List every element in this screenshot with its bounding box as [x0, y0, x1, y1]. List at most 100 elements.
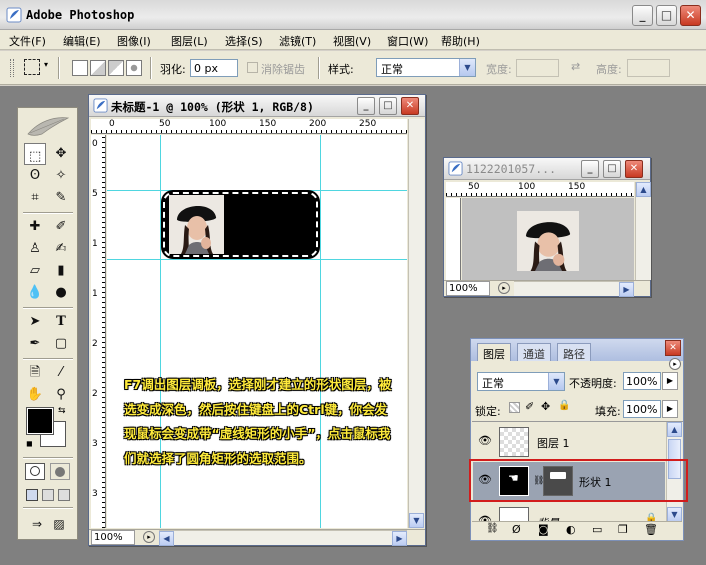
width-input[interactable]	[516, 59, 559, 77]
rounded-rectangle-shape[interactable]	[161, 190, 320, 259]
rect-marquee-preset-icon[interactable]	[24, 59, 40, 75]
menu-view[interactable]: 视图(V)	[333, 33, 371, 49]
healing-brush-tool-icon[interactable]: ✚	[24, 216, 46, 238]
doc-close-button[interactable]: ✕	[401, 97, 419, 115]
eye-icon[interactable]: 👁	[477, 434, 493, 448]
eraser-tool-icon[interactable]: ▱	[24, 260, 46, 282]
document-title-bar[interactable]: 1122201057... _ □ ✕	[444, 158, 650, 180]
opacity-input[interactable]: 100%	[623, 372, 661, 390]
vertical-scrollbar[interactable]: ▲	[635, 182, 651, 280]
doc-minimize-button[interactable]: _	[581, 160, 599, 178]
lock-all-icon[interactable]: 🔒	[558, 400, 570, 411]
jump-to-imageready-icon[interactable]: ⇒	[26, 513, 48, 535]
stamp-tool-icon[interactable]: ♙	[24, 238, 46, 260]
fill-slider-icon[interactable]: ▶	[662, 400, 678, 418]
gradient-tool-icon[interactable]: ▮	[50, 260, 72, 282]
quickmask-mode-icon[interactable]	[50, 463, 70, 480]
foreground-color-swatch[interactable]	[26, 407, 54, 435]
panel-menu-icon[interactable]: ▸	[669, 358, 681, 370]
maximize-button[interactable]: □	[656, 5, 677, 26]
minimize-button[interactable]: _	[632, 5, 653, 26]
screen-mode-full-icon[interactable]	[58, 489, 70, 501]
swap-dimensions-icon[interactable]: ⇄	[571, 60, 580, 73]
imageready-icon[interactable]: ▨	[48, 513, 70, 535]
history-brush-tool-icon[interactable]: ✍	[50, 238, 72, 260]
menu-window[interactable]: 窗口(W)	[387, 33, 428, 49]
menu-select[interactable]: 选择(S)	[225, 33, 263, 49]
link-layers-icon[interactable]: ⛓	[486, 523, 499, 534]
layer-style-icon[interactable]: Ø	[512, 523, 521, 536]
shape-tool-icon[interactable]: ▢	[50, 333, 72, 355]
height-input[interactable]	[627, 59, 670, 77]
default-colors-icon[interactable]: ◼	[26, 439, 33, 448]
layer-row-layer1[interactable]: 👁 图层 1	[473, 423, 665, 461]
adjustment-layer-icon[interactable]: ◐	[566, 523, 576, 536]
lock-pixels-icon[interactable]: ✐	[525, 400, 534, 413]
panel-close-button[interactable]: ✕	[665, 340, 681, 356]
menu-filter[interactable]: 滤镜(T)	[279, 33, 316, 49]
screen-mode-menubar-icon[interactable]	[42, 489, 54, 501]
pen-tool-icon[interactable]: ✒	[24, 333, 46, 355]
lock-position-icon[interactable]: ✥	[541, 400, 550, 413]
fill-input[interactable]: 100%	[623, 400, 661, 418]
doc-minimize-button[interactable]: _	[357, 97, 375, 115]
marquee-tool-icon[interactable]: ⬚	[24, 143, 46, 165]
document-title-bar[interactable]: 未标题-1 @ 100% (形状 1, RGB/8) _ □ ✕	[89, 95, 425, 117]
tab-paths[interactable]: 路径	[557, 343, 591, 361]
add-mask-icon[interactable]: ◙	[538, 523, 549, 536]
new-selection-icon[interactable]	[72, 60, 88, 76]
feather-input[interactable]: 0 px	[190, 59, 238, 77]
doc-maximize-button[interactable]: □	[379, 97, 397, 115]
path-selection-tool-icon[interactable]: ➤	[24, 311, 46, 333]
subtract-selection-icon[interactable]	[108, 60, 124, 76]
lock-transparency-icon[interactable]	[509, 402, 520, 413]
style-select[interactable]: 正常 ▼	[376, 58, 476, 77]
status-menu-icon[interactable]: ▸	[498, 282, 510, 294]
new-group-icon[interactable]: ▭	[592, 523, 602, 536]
status-menu-icon[interactable]: ▸	[143, 531, 155, 543]
doc-maximize-button[interactable]: □	[603, 160, 621, 178]
tab-channels[interactable]: 通道	[517, 343, 551, 361]
notes-tool-icon[interactable]: 🗎	[24, 362, 46, 384]
crop-tool-icon[interactable]: ⌗	[24, 187, 46, 209]
brush-tool-icon[interactable]: ✐	[50, 216, 72, 238]
scroll-right-icon[interactable]: ▶	[392, 531, 407, 546]
zoom-field[interactable]: 100%	[446, 281, 490, 296]
menu-image[interactable]: 图像(I)	[117, 33, 151, 49]
doc-close-button[interactable]: ✕	[625, 160, 643, 178]
type-tool-icon[interactable]: T	[50, 311, 72, 333]
screen-mode-standard-icon[interactable]	[26, 489, 38, 501]
intersect-selection-icon[interactable]	[126, 60, 142, 76]
menu-layer[interactable]: 图层(L)	[171, 33, 208, 49]
move-tool-icon[interactable]: ✥	[50, 143, 72, 165]
menu-edit[interactable]: 编辑(E)	[63, 33, 101, 49]
zoom-field[interactable]: 100%	[91, 530, 135, 545]
blur-tool-icon[interactable]: 💧	[24, 282, 46, 304]
opacity-slider-icon[interactable]: ▶	[662, 372, 678, 390]
standard-mode-icon[interactable]	[25, 463, 45, 480]
scroll-down-icon[interactable]: ▼	[409, 513, 424, 528]
antialias-checkbox[interactable]	[247, 62, 258, 73]
new-layer-icon[interactable]: ❐	[618, 523, 628, 536]
scroll-left-icon[interactable]: ◀	[159, 531, 174, 546]
blend-mode-select[interactable]: 正常 ▼	[477, 372, 565, 391]
preset-dropdown-icon[interactable]: ▾	[44, 60, 48, 69]
scroll-up-icon[interactable]: ▲	[636, 182, 651, 197]
lasso-tool-icon[interactable]: ʘ	[24, 165, 46, 187]
layer-name[interactable]: 图层 1	[537, 435, 570, 451]
eyedropper-tool-icon[interactable]: ⁄	[50, 362, 72, 384]
horizontal-scrollbar[interactable]: ▶	[514, 281, 634, 297]
tab-layers[interactable]: 图层	[477, 343, 511, 361]
menu-help[interactable]: 帮助(H)	[441, 33, 480, 49]
scroll-up-icon[interactable]: ▲	[667, 422, 682, 437]
slice-tool-icon[interactable]: ✎	[50, 187, 72, 209]
photo-canvas[interactable]	[462, 198, 634, 280]
scroll-down-icon[interactable]: ▼	[667, 507, 682, 522]
magic-wand-tool-icon[interactable]: ✧	[50, 165, 72, 187]
vertical-scrollbar[interactable]: ▼	[408, 119, 424, 528]
hand-tool-icon[interactable]: ✋	[24, 384, 46, 406]
swap-colors-icon[interactable]: ⇆	[58, 406, 66, 416]
add-selection-icon[interactable]	[90, 60, 106, 76]
menu-file[interactable]: 文件(F)	[9, 33, 46, 49]
scroll-right-icon[interactable]: ▶	[619, 282, 634, 297]
